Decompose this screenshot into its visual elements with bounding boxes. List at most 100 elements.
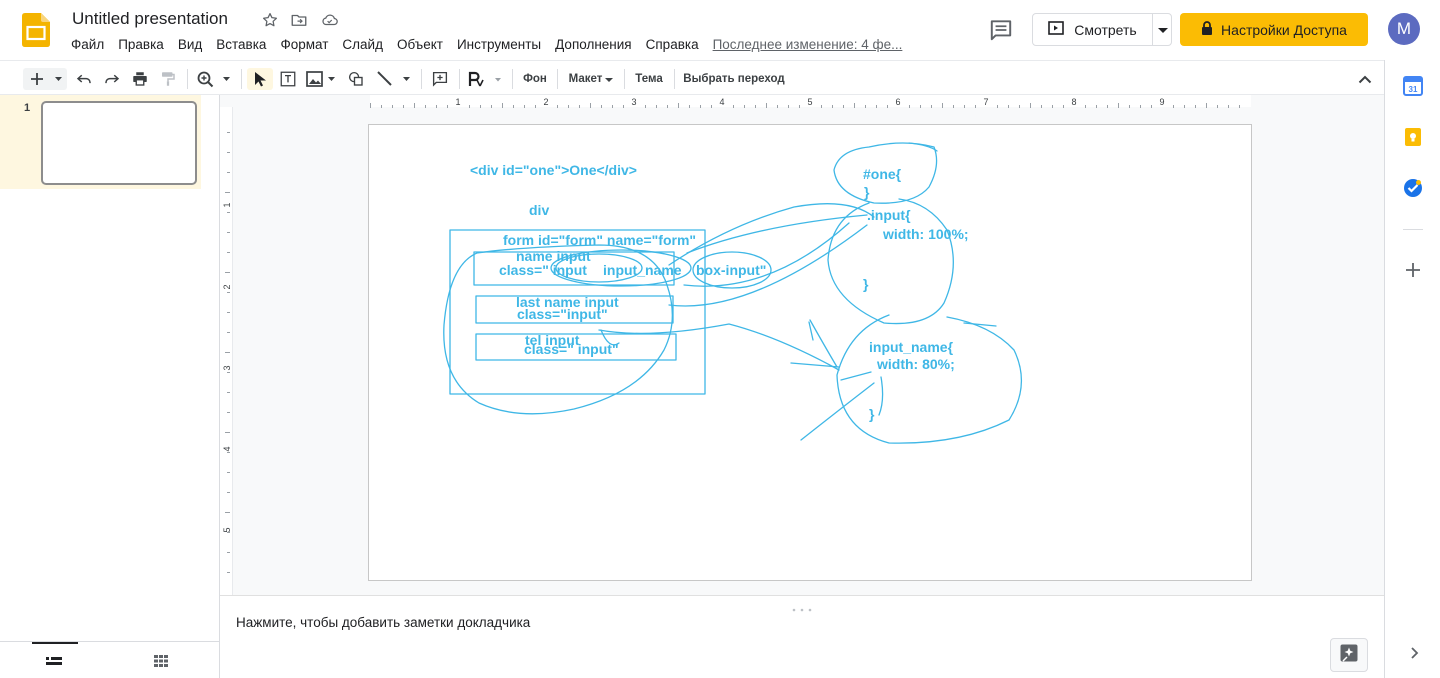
collapse-toolbar-icon[interactable] [1354,68,1376,90]
ruler-label: 3 [222,365,232,370]
ruler-label: 4 [222,446,232,451]
side-panel: 31 [1384,60,1440,678]
ruler-label: 6 [895,97,900,107]
tasks-icon[interactable] [1403,178,1423,198]
sketch-label: class=" input [499,262,587,278]
menu-insert[interactable]: Вставка [209,37,273,52]
background-button[interactable]: Фон [518,68,552,90]
toolbar: Фон Макет Тема Выбрать переход [0,60,1384,95]
ruler-label: 1 [455,97,460,107]
last-edit-link[interactable]: Последнее изменение: 4 фе... [713,37,903,52]
transition-button[interactable]: Выбрать переход [680,68,788,90]
insert-image-icon[interactable] [305,68,339,90]
sketch-label: width: 100%; [882,226,969,242]
calendar-icon[interactable]: 31 [1403,76,1423,96]
document-title[interactable]: Untitled presentation [72,9,228,29]
explore-button[interactable] [1330,638,1368,672]
sketch-label: #one{ [863,166,902,182]
select-cursor-icon[interactable] [247,68,273,90]
whiteboard-sketch[interactable]: <div id="one">One</div> div form id="for… [369,125,1251,580]
paint-format-icon[interactable] [157,68,179,90]
comments-icon[interactable] [988,17,1014,43]
ruler-label: 1 [222,202,232,207]
slide-number: 1 [24,102,31,114]
lock-icon [1201,21,1213,38]
ruler-label: 5 [807,97,812,107]
filmstrip-slide-item[interactable]: 1 [0,95,201,189]
sketch-label: form id="form" name="form" [503,232,696,248]
menu-edit[interactable]: Правка [111,37,171,52]
menu-addons[interactable]: Дополнения [548,37,638,52]
keep-icon[interactable] [1403,127,1423,147]
slide[interactable]: <div id="one">One</div> div form id="for… [368,124,1252,581]
sketch-label: } [863,276,869,292]
vertical-ruler: 1 2 3 4 5 [220,107,233,595]
horizontal-ruler: 1 2 3 4 5 6 7 8 9 [370,95,1251,108]
menu-slide[interactable]: Слайд [335,37,390,52]
star-icon[interactable] [261,11,279,29]
move-folder-icon[interactable] [290,11,308,29]
chevron-down-icon [1157,21,1168,39]
ruler-label: 2 [222,284,232,289]
slide-canvas-area: 1 2 3 4 5 6 7 8 9 1 2 3 4 5 <div id="one… [220,95,1384,595]
redo-icon[interactable] [101,68,123,90]
sketch-label: } [864,184,870,200]
share-button[interactable]: Настройки Доступа [1180,13,1368,46]
svg-text:31: 31 [1409,85,1418,94]
add-comment-icon[interactable] [428,68,452,90]
layout-button[interactable]: Макет [563,68,619,90]
sketch-label: class="input" [517,306,608,322]
account-avatar[interactable]: M [1388,13,1420,45]
slides-logo-icon[interactable] [22,13,50,47]
menu-help[interactable]: Справка [639,37,706,52]
present-options-dropdown[interactable] [1153,14,1172,45]
cloud-status-icon[interactable] [320,11,338,29]
filmstrip-footer [0,641,219,678]
ruler-label: 5 [222,527,232,532]
notes-placeholder[interactable]: Нажмите, чтобы добавить заметки докладчи… [236,615,530,630]
sketch-label: <div id="one">One</div> [470,162,637,178]
sketch-label: .input{ [867,207,911,223]
present-label: Смотреть [1074,21,1137,38]
ruler-label: 7 [983,97,988,107]
present-button-group: Смотреть [1032,13,1172,46]
input-tools-icon[interactable] [466,68,506,90]
menu-format[interactable]: Формат [273,37,335,52]
menu-file[interactable]: Файл [64,37,111,52]
sketch-label: } [869,406,875,422]
sketch-label: input_name{ [869,339,954,355]
menu-tools[interactable]: Инструменты [450,37,548,52]
print-icon[interactable] [129,68,151,90]
filmstrip-view-icon[interactable] [46,655,62,667]
ruler-label: 9 [1159,97,1164,107]
ruler-label: 2 [543,97,548,107]
sketch-label: box-input" [696,262,766,278]
ruler-label: 3 [631,97,636,107]
new-slide-button[interactable] [23,68,67,90]
ruler-label: 8 [1071,97,1076,107]
slide-thumbnail[interactable] [41,101,197,185]
undo-icon[interactable] [73,68,95,90]
shape-icon[interactable] [345,68,367,90]
ruler-label: 4 [719,97,724,107]
add-addon-icon[interactable] [1405,262,1421,278]
present-icon [1048,21,1065,38]
layout-label: Макет [568,73,603,85]
slide-filmstrip: 1 [0,95,220,678]
menu-object[interactable]: Объект [390,37,450,52]
sketch-label: width: 80%; [876,356,955,372]
zoom-icon[interactable] [195,68,235,90]
grid-view-icon[interactable] [153,654,169,668]
present-button[interactable]: Смотреть [1033,14,1152,45]
speaker-notes[interactable]: Нажмите, чтобы добавить заметки докладчи… [220,595,1384,678]
resize-handle[interactable] [792,599,812,612]
menu-view[interactable]: Вид [171,37,209,52]
sketch-label: class=" input" [524,341,619,357]
text-box-icon[interactable] [277,68,299,90]
theme-button[interactable]: Тема [630,68,668,90]
header: Untitled presentation Файл Правка Вид Вс… [0,0,1440,60]
line-tool-icon[interactable] [375,68,415,90]
expand-panel-icon[interactable] [1407,646,1421,660]
sketch-label: div [529,202,549,218]
chevron-down-icon [605,70,614,88]
